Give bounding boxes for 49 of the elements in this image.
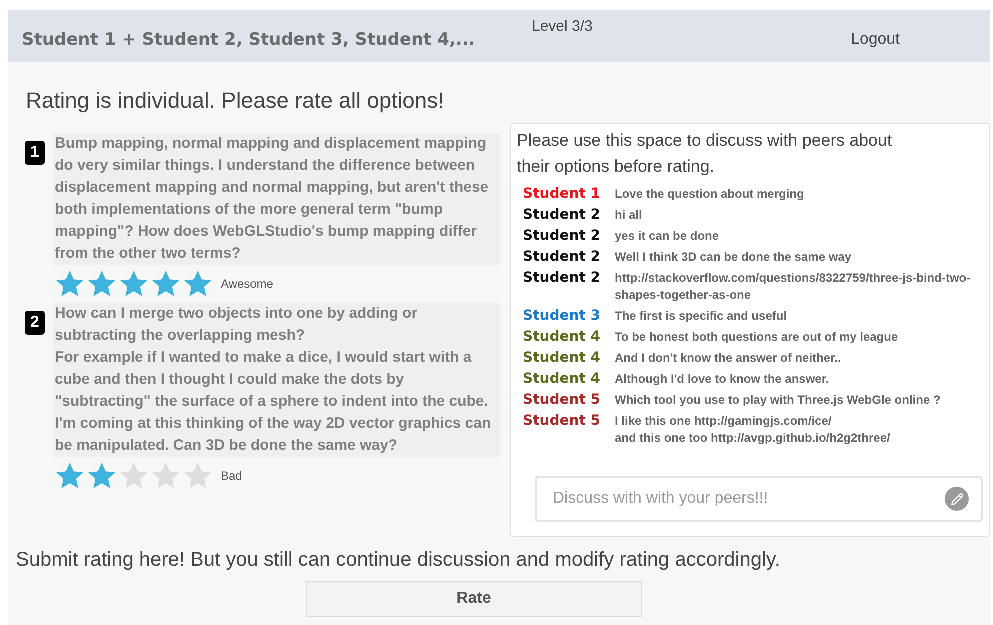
author-name: Student 3 bbox=[523, 308, 602, 325]
question-text: How can I merge two objects into one by adding or subtracting the overlapping mesh? For example if I wanted to make a dice, I would start with a cube and then I thought I could make the dots by "subtracting" the surface of a sphere to indent into the cube. I'm coming at this thinking of the way 2D vector graphics can be manipulated. Can 3D be done the same way? bbox=[53, 303, 500, 457]
message-text: Which tool you use to play with Three.js WebGle online ? bbox=[615, 392, 942, 409]
star-icon[interactable] bbox=[55, 269, 85, 299]
star-icon[interactable] bbox=[87, 269, 117, 299]
author-name: Student 4 bbox=[523, 350, 602, 367]
star-icon[interactable] bbox=[151, 461, 181, 491]
author-name: Student 2 bbox=[523, 270, 602, 287]
author-name: Student 4 bbox=[523, 329, 602, 346]
message-text: And I don't know the answer of neither.. bbox=[615, 350, 842, 367]
star-icon[interactable] bbox=[183, 461, 213, 491]
author-name: Student 2 bbox=[523, 207, 602, 224]
star-icon[interactable] bbox=[87, 461, 117, 491]
author-name: Student 5 bbox=[523, 392, 602, 409]
logout-link[interactable]: Logout bbox=[851, 28, 900, 52]
author-name: Student 5 bbox=[523, 413, 602, 430]
star-icon[interactable] bbox=[119, 269, 149, 299]
author-name: Student 2 bbox=[523, 228, 602, 245]
author-name: Student 1 bbox=[523, 186, 602, 203]
discuss-field[interactable]: Discuss with with your peers!!! bbox=[535, 476, 983, 522]
message-text: The first is specific and useful bbox=[615, 308, 788, 325]
message-text: I like this one http://gamingjs.com/ice/ and this one too http://avgp.github.io/h2g2three/ bbox=[615, 413, 892, 447]
author-name: Student 4 bbox=[523, 371, 602, 388]
author-name: Student 2 bbox=[523, 249, 602, 266]
message-text: http://stackoverflow.com/questions/8322759/three-js-bind-two-shapes-together-as-one bbox=[615, 270, 972, 304]
star-icon[interactable] bbox=[55, 461, 85, 491]
star-rating[interactable] bbox=[55, 461, 213, 491]
message-text: Love the question about merging bbox=[615, 186, 806, 203]
message-text: hi all bbox=[615, 207, 644, 224]
team-title: Student 1 + Student 2, Student 3, Student 4,... bbox=[22, 29, 476, 52]
submit-note: Submit rating here! But you still can continue discussion and modify rating accordingly. bbox=[16, 548, 782, 573]
message-text: To be honest both questions are out of my league bbox=[615, 329, 900, 346]
question-number: 2 bbox=[25, 311, 45, 335]
star-icon[interactable] bbox=[119, 461, 149, 491]
star-icon[interactable] bbox=[183, 269, 213, 299]
star-icon[interactable] bbox=[151, 269, 181, 299]
instruction-heading: Rating is individual. Please rate all options! bbox=[26, 87, 446, 115]
rating-label: Bad bbox=[221, 468, 242, 485]
edit-icon[interactable] bbox=[945, 487, 969, 511]
message-text: yes it can be done bbox=[615, 228, 720, 245]
discussion-intro: Please use this space to discuss with peers about their options before rating. bbox=[517, 130, 894, 178]
question-text: Bump mapping, normal mapping and displacement mapping do very similar things. I understand the difference between displacement mapping and normal mapping, but aren't these both implementations of the more general term "bump mapping"? How does WebGLStudio's bump mapping differ from the other two terms? bbox=[53, 133, 500, 265]
level-indicator: Level 3/3 bbox=[532, 17, 593, 37]
message-text: Although I'd love to know the answer. bbox=[615, 371, 830, 388]
star-rating[interactable] bbox=[55, 269, 213, 299]
message-text: Well I think 3D can be done the same way bbox=[615, 249, 853, 266]
rating-label: Awesome bbox=[221, 276, 274, 293]
rate-button[interactable]: Rate bbox=[306, 581, 642, 617]
question-number: 1 bbox=[25, 141, 45, 165]
